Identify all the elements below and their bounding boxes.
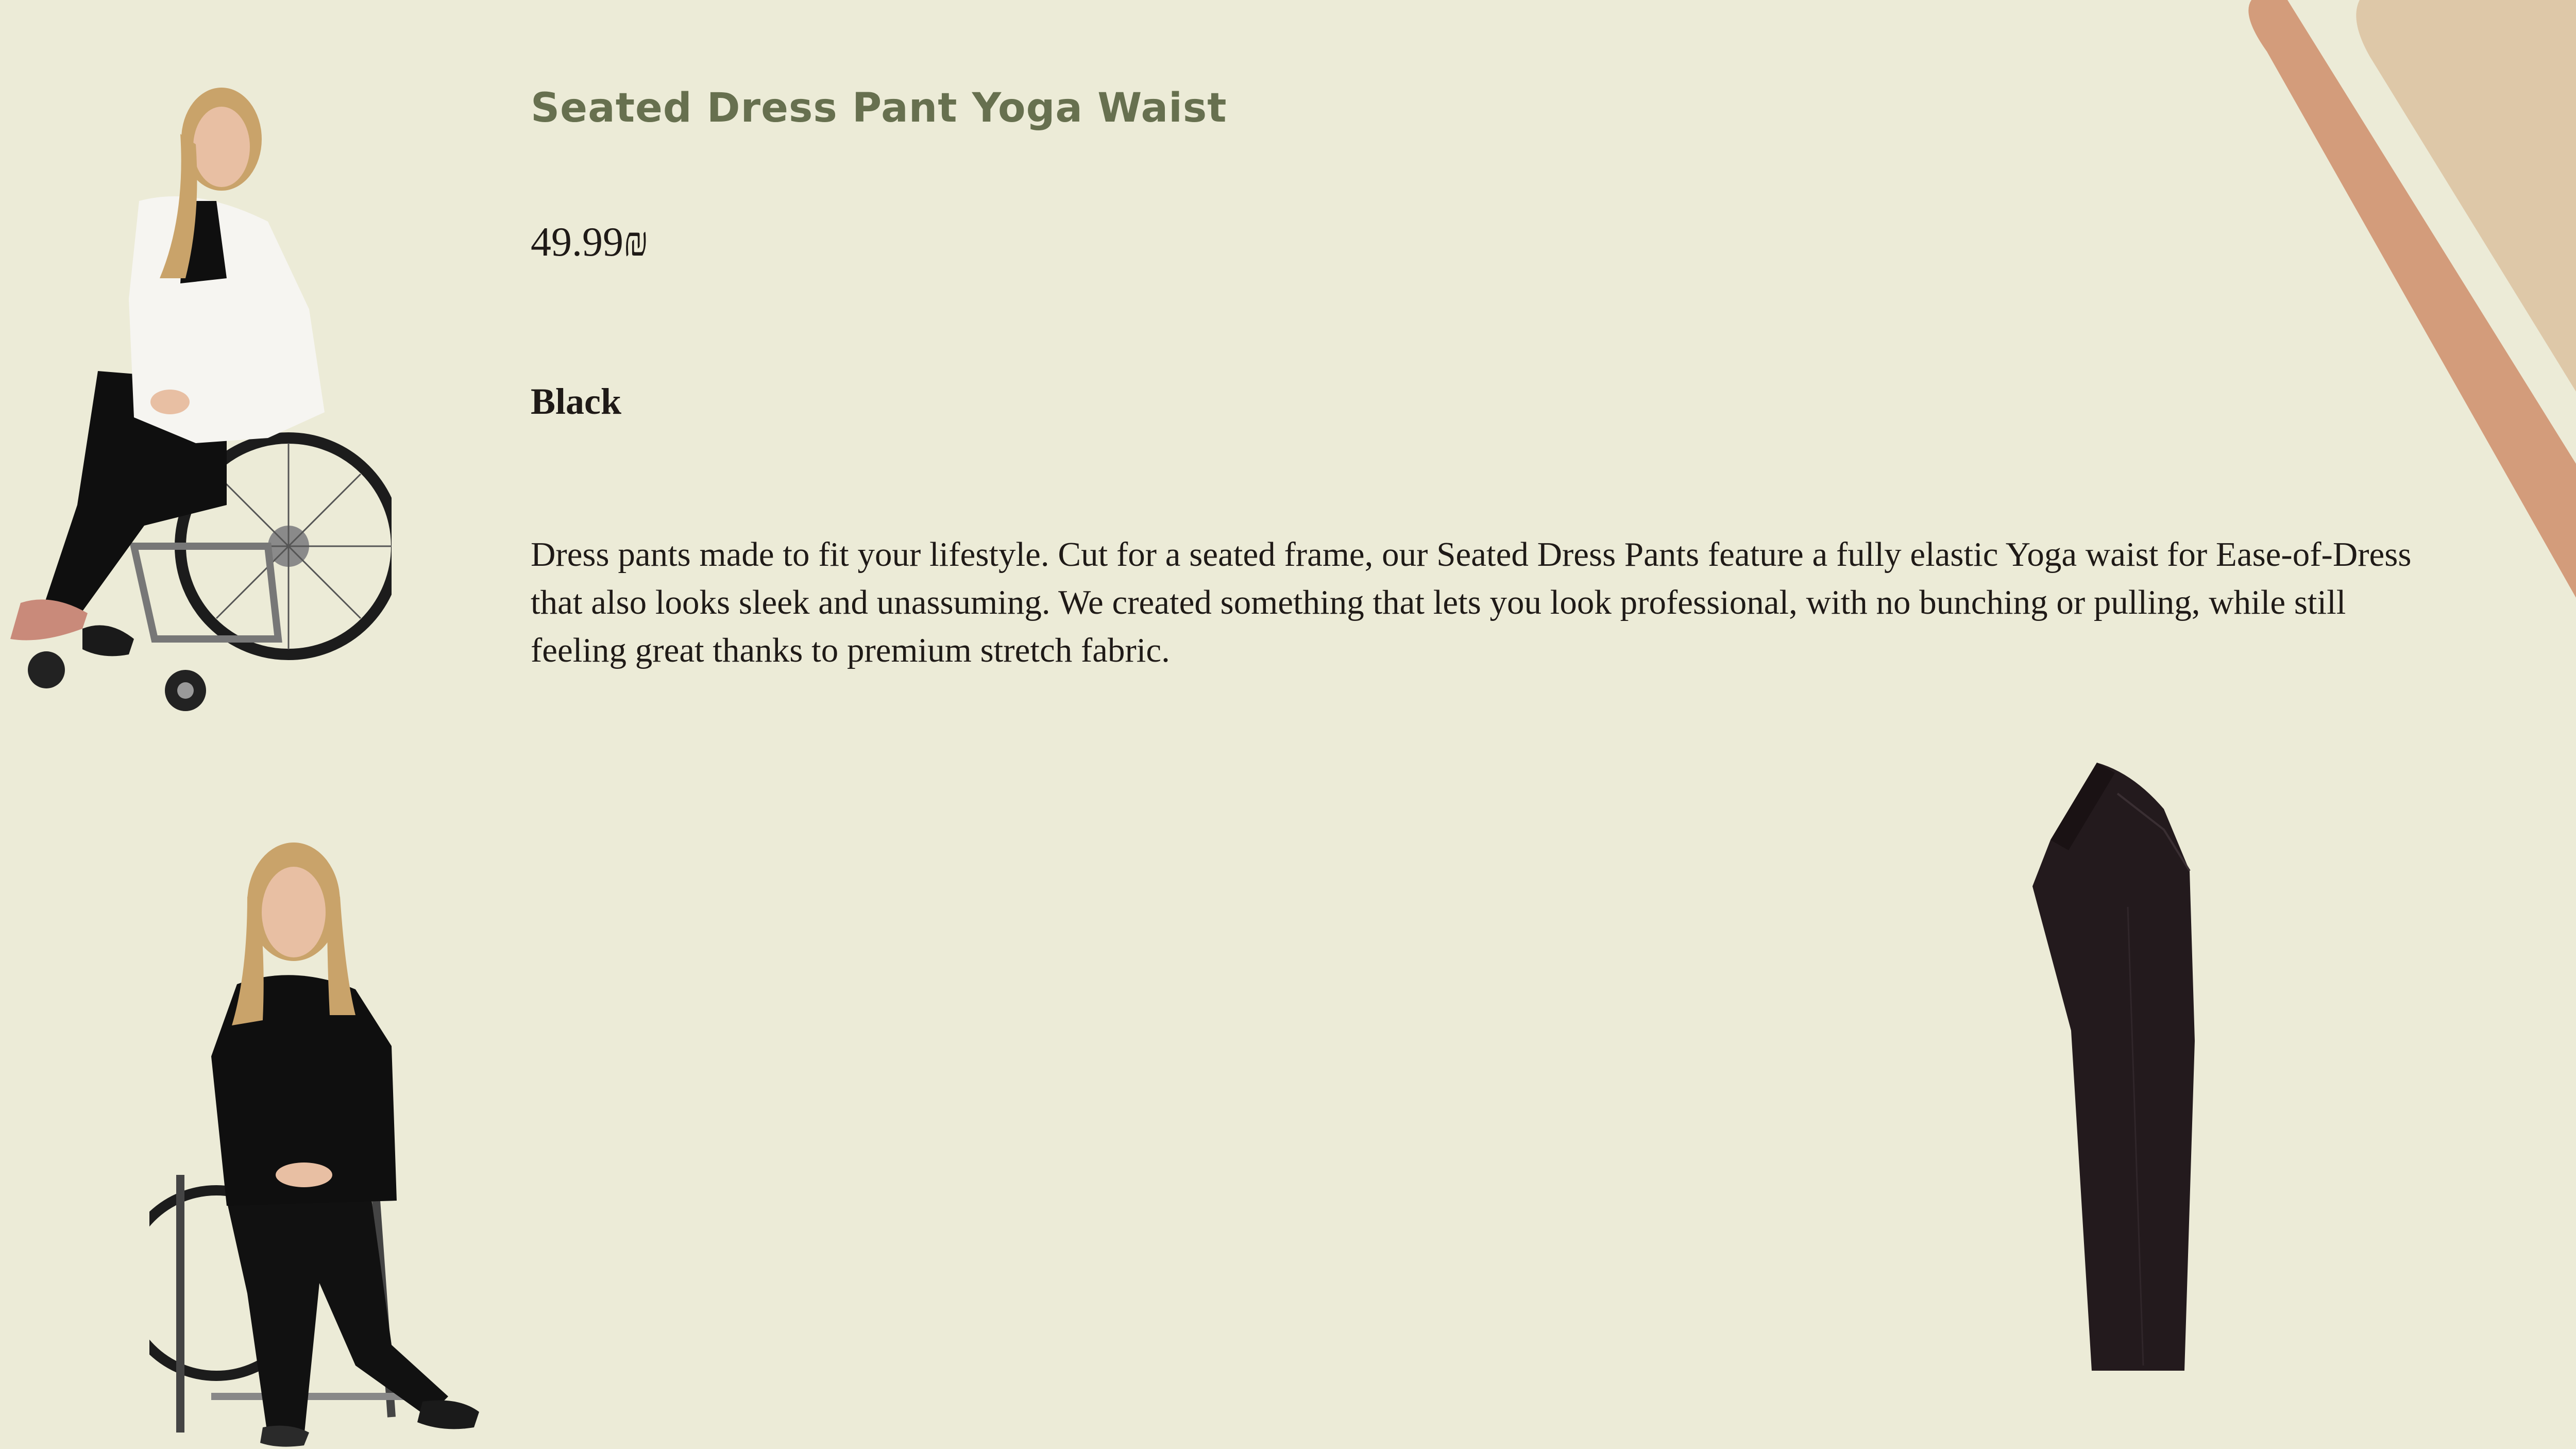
model-top-image	[10, 88, 392, 711]
product-description: Dress pants made to fit your lifestyle. …	[531, 535, 2412, 669]
product-color: Black	[531, 381, 622, 422]
product-page: Seated Dress Pant Yoga Waist 49.99₪ Blac…	[0, 0, 2576, 1449]
model-bottom-image	[149, 843, 479, 1447]
product-title: Seated Dress Pant Yoga Waist	[531, 85, 1227, 131]
product-pants-image	[2032, 763, 2195, 1371]
product-price: 49.99₪	[531, 220, 649, 265]
